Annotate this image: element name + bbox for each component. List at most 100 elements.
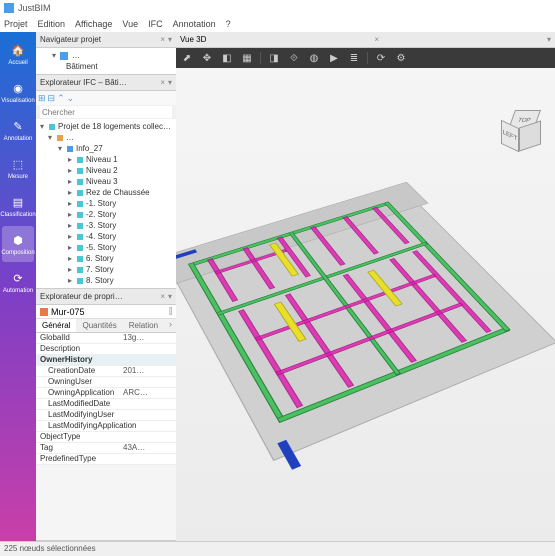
chevron-right-icon[interactable]: › (165, 319, 176, 332)
up-icon[interactable]: ⌃ (57, 93, 65, 104)
prop-row[interactable]: Description (36, 344, 176, 355)
properties-title: Explorateur de propri… (40, 292, 123, 301)
tree-node[interactable]: ▸Rez de Chaussée (36, 187, 176, 198)
prop-row[interactable]: GlobalId13g… (36, 333, 176, 344)
app-icon (4, 3, 14, 13)
tab-general[interactable]: Général (36, 319, 76, 332)
chevron-icon[interactable]: ▾ (168, 35, 172, 44)
navigation-cube[interactable]: TOP LEFT (501, 110, 545, 154)
tree-node[interactable]: ▸8. Story (36, 275, 176, 286)
menu-ifc[interactable]: IFC (148, 19, 163, 29)
canvas-3d[interactable]: TOP LEFT (176, 68, 555, 541)
collapse-icon[interactable]: ⊟ (48, 93, 56, 104)
chevron-icon[interactable]: ▾ (547, 35, 551, 44)
project-icon (60, 52, 68, 60)
prop-group[interactable]: OwnerHistory (36, 355, 176, 366)
cube-icon[interactable]: ◧ (220, 51, 234, 65)
property-tabs: Général Quantités Relation › (36, 319, 176, 333)
sidebar-item-accueil[interactable]: 🏠Accueil (2, 36, 34, 72)
chevron-icon[interactable]: ▾ (168, 292, 172, 301)
prop-row[interactable]: ObjectType (36, 432, 176, 443)
menu-affichage[interactable]: Affichage (75, 19, 112, 29)
prop-row[interactable]: LastModifyingApplication (36, 421, 176, 432)
navigator-root[interactable]: ▾ … (40, 50, 172, 61)
sidebar-label: Visualisation (1, 98, 35, 104)
sidebar-item-classification[interactable]: ▤Classification (2, 188, 34, 224)
navigator-panel: Navigateur projet × ▾ ▾ … Bâtiment (36, 32, 176, 75)
close-icon[interactable]: × (160, 78, 165, 87)
pencil-icon: ✎ (10, 119, 26, 135)
sidebar-label: Annotation (4, 136, 33, 142)
left-sidebar: 🏠Accueil ◉Visualisation ✎Annotation ⬚Mes… (0, 32, 36, 541)
gear-icon[interactable]: ⚙ (394, 51, 408, 65)
prop-row[interactable]: CreationDate201… (36, 366, 176, 377)
object-name-row: Mur-075 ⫿ (36, 305, 176, 319)
navigator-item[interactable]: Bâtiment (40, 61, 172, 72)
menu-projet[interactable]: Projet (4, 19, 28, 29)
hide-icon[interactable]: ◍ (307, 51, 321, 65)
tab-quantites[interactable]: Quantités (76, 319, 122, 332)
chevron-icon[interactable]: ▾ (168, 78, 172, 87)
sidebar-label: Automation (3, 288, 33, 294)
object-name: Mur-075 (51, 307, 85, 317)
refresh-icon[interactable]: ⟳ (374, 51, 388, 65)
expand-icon[interactable]: ⊞ (38, 93, 46, 104)
app-title: JustBIM (18, 3, 51, 13)
tree-node[interactable]: ▸Niveau 1 (36, 154, 176, 165)
sidebar-label: Accueil (8, 60, 27, 66)
prop-row[interactable]: PredefinedType (36, 454, 176, 465)
sidebar-label: Composition (1, 250, 34, 256)
tree-node[interactable]: ▾Info_27 (36, 143, 176, 154)
sidebar-item-automation[interactable]: ⟳Automation (2, 264, 34, 300)
tree-node[interactable]: ▸-2. Story (36, 209, 176, 220)
close-icon[interactable]: × (160, 35, 165, 44)
tree-node[interactable]: ▸Niveau 3 (36, 176, 176, 187)
sidebar-item-annotation[interactable]: ✎Annotation (2, 112, 34, 148)
properties-header: Explorateur de propri… × ▾ (36, 289, 176, 305)
status-bar: 225 nœuds sélectionnées (0, 541, 555, 555)
list-icon: ▤ (10, 195, 26, 211)
cursor-icon[interactable]: ⬈ (180, 51, 194, 65)
section-icon[interactable]: ◨ (267, 51, 281, 65)
wire-icon[interactable]: ▦ (240, 51, 254, 65)
play-icon[interactable]: ▶ (327, 51, 341, 65)
tree-node[interactable]: ▸-3. Story (36, 220, 176, 231)
tree-node[interactable]: ▸-4. Story (36, 231, 176, 242)
sidebar-item-composition[interactable]: ⬢Composition (2, 226, 34, 262)
menu-edition[interactable]: Edition (38, 19, 66, 29)
properties-panel: Explorateur de propri… × ▾ Mur-075 ⫿ Gén… (36, 289, 176, 541)
menu-annotation[interactable]: Annotation (173, 19, 216, 29)
filter-icon[interactable]: ⫿ (169, 306, 172, 317)
view3d-title: Vue 3D (180, 35, 206, 44)
tree-node[interactable]: ▾… (36, 132, 176, 143)
explorer-panel: Explorateur IFC – Bâti… × ▾ ⊞ ⊟ ⌃ ⌄ ▾Pro… (36, 75, 176, 289)
prop-row[interactable]: OwningApplicationARC… (36, 388, 176, 399)
close-icon[interactable]: × (374, 35, 379, 44)
explorer-header: Explorateur IFC – Bâti… × ▾ (36, 75, 176, 91)
tree-node[interactable]: ▸7. Story (36, 264, 176, 275)
menu-help[interactable]: ? (226, 19, 231, 29)
sidebar-item-mesure[interactable]: ⬚Mesure (2, 150, 34, 186)
tree-node[interactable]: ▸-1. Story (36, 198, 176, 209)
close-icon[interactable]: × (160, 292, 165, 301)
tree-node[interactable]: ▸-5. Story (36, 242, 176, 253)
down-icon[interactable]: ⌄ (67, 93, 75, 104)
sidebar-item-visualisation[interactable]: ◉Visualisation (2, 74, 34, 110)
tree-node[interactable]: ▸6. Story (36, 253, 176, 264)
prop-row[interactable]: OwningUser (36, 377, 176, 388)
measure-icon[interactable]: ⟐ (287, 51, 301, 65)
tree-node[interactable]: ▸Niveau 2 (36, 165, 176, 176)
prop-row[interactable]: LastModifyingUser (36, 410, 176, 421)
view3d-toolbar: ⬈ ✥ ◧ ▦ ◨ ⟐ ◍ ▶ ≣ ⟳ ⚙ (176, 48, 555, 68)
tab-relation[interactable]: Relation (123, 319, 164, 332)
sidebar-label: Classification (0, 212, 35, 218)
layers-icon[interactable]: ≣ (347, 51, 361, 65)
menu-vue[interactable]: Vue (122, 19, 138, 29)
pan-icon[interactable]: ✥ (200, 51, 214, 65)
viewport-3d[interactable]: Vue 3D × ▾ ⬈ ✥ ◧ ▦ ◨ ⟐ ◍ ▶ ≣ ⟳ ⚙ (176, 32, 555, 541)
search-input[interactable] (40, 106, 172, 118)
hex-icon: ⬢ (10, 233, 26, 249)
prop-row[interactable]: Tag43A… (36, 443, 176, 454)
prop-row[interactable]: LastModifiedDate (36, 399, 176, 410)
tree-root[interactable]: ▾Projet de 18 logements collec… (36, 121, 176, 132)
